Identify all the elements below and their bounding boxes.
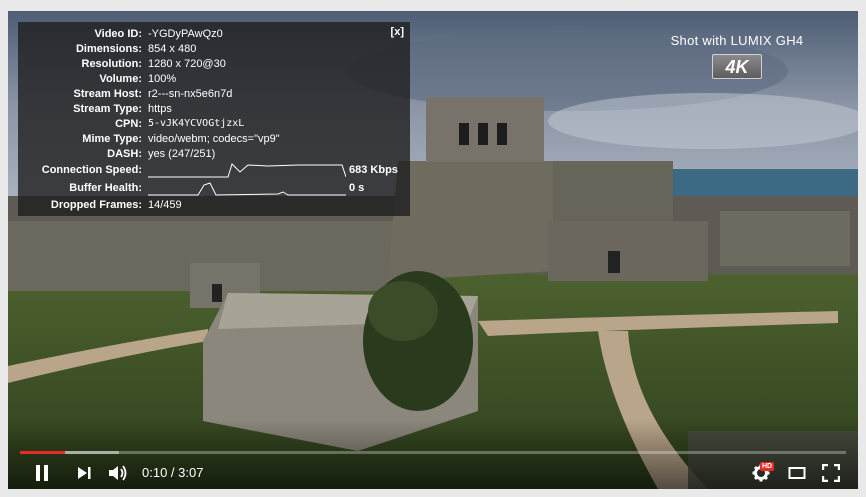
stat-value: 854 x 480	[148, 42, 197, 55]
stat-value: -YGDyPAwQz0	[148, 27, 223, 40]
watermark: Shot with LUMIX GH4 4K	[652, 33, 822, 79]
progress-bar[interactable]	[20, 451, 846, 454]
pause-button[interactable]	[28, 459, 56, 487]
stat-label: Buffer Health:	[69, 182, 142, 194]
theater-mode-button[interactable]	[784, 459, 810, 487]
buffer-health-value: 0 s	[349, 182, 365, 194]
next-button[interactable]	[70, 459, 98, 487]
stat-label: Dimensions:	[75, 42, 142, 55]
stat-value: video/webm; codecs="vp9"	[148, 132, 280, 145]
pause-icon	[36, 465, 48, 481]
fullscreen-icon	[822, 464, 840, 482]
stat-value: yes (247/251)	[148, 147, 216, 160]
connection-speed-graph	[148, 163, 346, 178]
buffer-health-graph	[148, 182, 346, 196]
stat-value: 14/459	[148, 198, 182, 211]
stat-value: 100%	[148, 72, 177, 85]
stat-row-volume: Volume: 100%	[18, 71, 410, 86]
stat-value: 5-vJK4YCVOGtjzxL	[148, 118, 245, 129]
stat-row-resolution: Resolution: 1280 x 720@30	[18, 56, 410, 71]
stat-row-video-id: Video ID: -YGDyPAwQz0	[18, 26, 410, 41]
stat-label: Resolution:	[81, 57, 143, 70]
next-icon	[78, 467, 91, 479]
time-display: 0:10 / 3:07	[142, 465, 204, 480]
stat-label: CPN:	[115, 117, 142, 130]
temple	[388, 161, 553, 281]
stat-label: DASH:	[107, 147, 142, 160]
watermark-text: Shot with LUMIX GH4	[670, 33, 804, 48]
4k-badge: 4K	[712, 54, 762, 79]
stat-row-dimensions: Dimensions: 854 x 480	[18, 41, 410, 56]
stat-row-stream-type: Stream Type: https	[18, 101, 410, 116]
stat-label: Dropped Frames:	[50, 198, 142, 211]
connection-speed-value: 683 Kbps	[349, 164, 398, 176]
video-player[interactable]: Shot with LUMIX GH4 4K [x] Video ID: -YG…	[8, 11, 858, 489]
volume-icon	[109, 465, 127, 481]
stat-label: Volume:	[99, 72, 142, 85]
stat-value: 1280 x 720@30	[148, 57, 226, 70]
stat-row-dash: DASH: yes (247/251)	[18, 146, 410, 161]
stat-row-stream-host: Stream Host: r2---sn-nx5e6n7d	[18, 86, 410, 101]
stats-for-nerds-panel: [x] Video ID: -YGDyPAwQz0 Dimensions: 85…	[18, 22, 410, 216]
hd-badge: HD	[760, 462, 775, 471]
volume-button[interactable]	[104, 459, 132, 487]
stat-value: https	[148, 102, 172, 115]
fullscreen-button[interactable]	[818, 459, 844, 487]
stat-label: Stream Type:	[73, 102, 142, 115]
stat-value: r2---sn-nx5e6n7d	[148, 87, 233, 100]
stat-row-connection-speed: Connection Speed: 683 Kbps	[18, 161, 410, 179]
theater-mode-icon	[788, 467, 806, 479]
stat-row-dropped-frames: Dropped Frames: 14/459	[18, 197, 410, 212]
stat-label: Stream Host:	[73, 87, 142, 100]
controls-gradient	[8, 419, 858, 489]
stats-close-button[interactable]: [x]	[391, 26, 404, 38]
stat-row-mime-type: Mime Type: video/webm; codecs="vp9"	[18, 131, 410, 146]
stat-label: Video ID:	[94, 27, 142, 40]
progress-played	[20, 451, 66, 454]
stat-row-buffer-health: Buffer Health: 0 s	[18, 179, 410, 197]
stat-label: Connection Speed:	[41, 164, 142, 176]
stat-row-cpn: CPN: 5-vJK4YCVOGtjzxL	[18, 116, 410, 131]
stat-label: Mime Type:	[82, 132, 142, 145]
